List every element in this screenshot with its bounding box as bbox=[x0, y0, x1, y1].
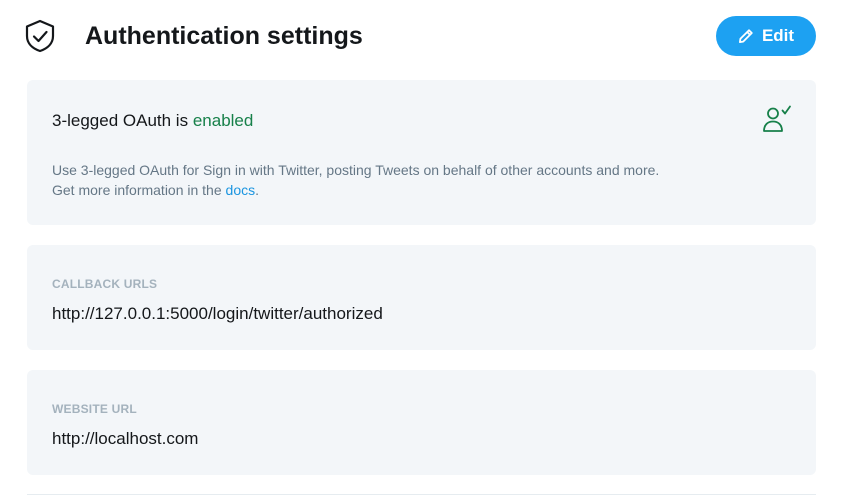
callback-urls-label: CALLBACK URLS bbox=[52, 277, 158, 291]
page-title: Authentication settings bbox=[85, 22, 363, 50]
oauth-card: 3-legged OAuth is enabled Use 3-legged O… bbox=[27, 80, 816, 225]
oauth-heading-prefix: 3-legged OAuth is bbox=[52, 111, 189, 130]
website-url-card: WEBSITE URL http://localhost.com bbox=[27, 370, 816, 475]
authentication-settings-page: Authentication settings Edit 3-legged OA… bbox=[0, 0, 849, 496]
docs-prefix: Get more information in the bbox=[52, 182, 222, 198]
shield-check-icon bbox=[24, 19, 56, 53]
docs-link[interactable]: docs bbox=[226, 182, 256, 198]
edit-button[interactable]: Edit bbox=[716, 16, 816, 56]
oauth-description-line-1: Use 3-legged OAuth for Sign in with Twit… bbox=[52, 162, 660, 178]
oauth-description: Use 3-legged OAuth for Sign in with Twit… bbox=[52, 160, 772, 200]
pencil-icon bbox=[738, 28, 754, 44]
user-check-icon bbox=[762, 105, 792, 133]
oauth-description-line-2: Get more information in the docs. bbox=[52, 180, 772, 200]
callback-urls-value: http://127.0.0.1:5000/login/twitter/auth… bbox=[52, 304, 383, 323]
oauth-status: enabled bbox=[192, 111, 254, 130]
docs-suffix: . bbox=[255, 182, 259, 198]
page-header: Authentication settings Edit bbox=[24, 14, 816, 58]
website-url-label: WEBSITE URL bbox=[52, 402, 137, 416]
callback-urls-card: CALLBACK URLS http://127.0.0.1:5000/logi… bbox=[27, 245, 816, 350]
divider bbox=[27, 494, 816, 495]
edit-button-label: Edit bbox=[761, 26, 795, 45]
oauth-heading: 3-legged OAuth is enabled bbox=[52, 110, 253, 132]
website-url-value: http://localhost.com bbox=[52, 429, 199, 448]
